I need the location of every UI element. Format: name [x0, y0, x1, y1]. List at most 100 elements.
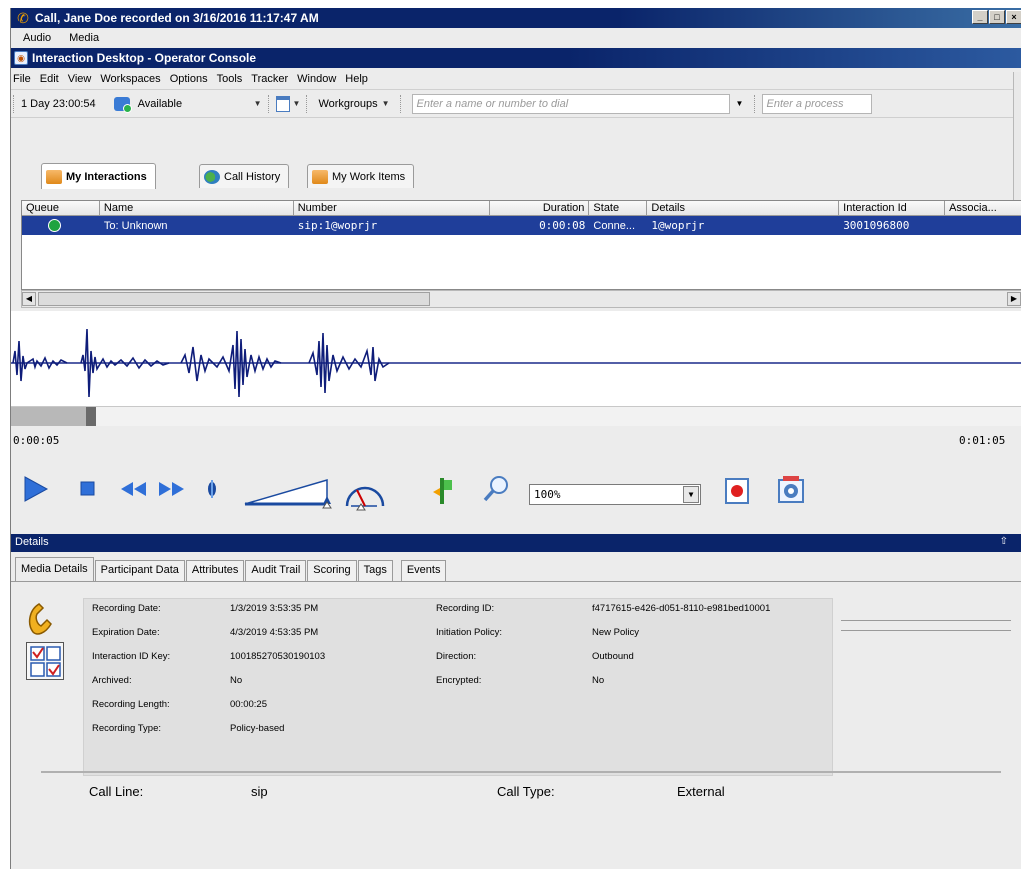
number-cell: sip:1@woprjr [297, 219, 378, 232]
zoom-icon[interactable] [481, 474, 511, 504]
col-details[interactable]: Details [647, 201, 840, 215]
record-icon[interactable] [723, 476, 753, 506]
waveform-graph [11, 328, 1021, 398]
rewind-button[interactable] [119, 480, 149, 498]
menu-media[interactable]: Media [69, 32, 99, 44]
direction-label: Direction: [436, 651, 477, 662]
menu-workspaces[interactable]: Workspaces [100, 73, 160, 85]
dial-input[interactable]: Enter a name or number to dial [411, 93, 730, 114]
col-name[interactable]: Name [100, 201, 294, 215]
tab-call-history[interactable]: Call History [199, 164, 290, 188]
recording-id-value: f4717615-e426-d051-8110-e981bed10001 [592, 603, 771, 614]
close-button[interactable]: × [1006, 10, 1021, 24]
toolbar-separator [267, 94, 270, 113]
volume-slider[interactable] [243, 474, 333, 510]
tab-events[interactable]: Events [400, 560, 447, 581]
menu-audio[interactable]: Audio [23, 32, 51, 44]
console-titlebar: ◉ Interaction Desktop - Operator Console [11, 48, 1021, 68]
tab-label: My Work Items [332, 170, 406, 183]
menu-file[interactable]: File [13, 73, 31, 85]
table-horizontal-scrollbar[interactable]: ◀ ▶ [21, 290, 1021, 308]
playhead[interactable] [86, 407, 96, 426]
details-panel-header: Details ⇧ [11, 534, 1021, 552]
maximize-button[interactable]: □ [989, 10, 1005, 24]
state-cell: Conne... [593, 219, 636, 232]
zoom-select[interactable]: 100% ▼ [529, 484, 701, 505]
total-time: 0:01:05 [959, 434, 1006, 447]
details-title: Details [15, 536, 49, 548]
scrollbar-thumb[interactable] [38, 292, 430, 306]
details-tabs: Media Details Participant Data Attribute… [11, 557, 1021, 582]
play-button[interactable] [21, 474, 51, 504]
current-time: 0:00:05 [13, 434, 60, 447]
zoom-dropdown-icon[interactable]: ▼ [683, 486, 699, 503]
played-region [11, 407, 89, 426]
menu-tracker[interactable]: Tracker [251, 73, 288, 85]
connected-call-icon [48, 219, 61, 232]
archived-label: Archived: [92, 675, 132, 686]
speaker-icon[interactable] [205, 478, 219, 500]
menu-edit[interactable]: Edit [40, 73, 59, 85]
tab-scoring[interactable]: Scoring [307, 560, 357, 581]
menu-tools[interactable]: Tools [217, 73, 243, 85]
tab-participant-data[interactable]: Participant Data [94, 560, 185, 581]
tab-my-work-items[interactable]: My Work Items [307, 164, 415, 188]
tab-tags[interactable]: Tags [357, 560, 393, 581]
tab-label: Call History [224, 170, 281, 183]
document-icon[interactable] [275, 95, 290, 112]
tab-audit-trail[interactable]: Audit Trail [245, 560, 307, 581]
scroll-right-icon[interactable]: ▶ [1007, 292, 1021, 306]
initiation-policy-value: New Policy [592, 627, 639, 638]
document-dropdown-icon[interactable]: ▼ [293, 99, 301, 108]
recording-length-label: Recording Length: [92, 699, 170, 710]
audio-waveform[interactable] [11, 311, 1021, 406]
process-input[interactable]: Enter a process [761, 93, 872, 114]
pin-icon[interactable]: ⇧ [1000, 536, 1008, 547]
expiration-date-value: 4/3/2019 4:53:35 PM [230, 627, 319, 638]
checklist-icon [26, 642, 64, 680]
tab-label: My Interactions [66, 170, 147, 183]
console-app-icon: ◉ [14, 51, 28, 65]
zoom-value: 100% [534, 488, 561, 501]
status-selector[interactable]: Available [134, 98, 254, 110]
workgroups-button[interactable]: Workgroups [314, 98, 381, 110]
call-history-icon [204, 169, 220, 184]
col-duration[interactable]: Duration [490, 201, 590, 215]
interactions-icon [46, 169, 62, 184]
login-duration: 1 Day 23:00:54 [21, 97, 96, 110]
recording-id-label: Recording ID: [436, 603, 495, 614]
menu-window[interactable]: Window [297, 73, 336, 85]
menu-view[interactable]: View [68, 73, 92, 85]
info-divider-lines [841, 620, 1011, 640]
table-row[interactable]: To: Unknown sip:1@woprjr 0:00:08 Conne..… [22, 216, 1021, 235]
col-number[interactable]: Number [294, 201, 490, 215]
workgroups-dropdown-icon[interactable]: ▼ [382, 99, 390, 108]
col-interaction-id[interactable]: Interaction Id [839, 201, 946, 215]
phone-icon: ✆ [17, 9, 29, 26]
minimize-button[interactable]: _ [972, 10, 988, 24]
tab-attributes[interactable]: Attributes [185, 560, 245, 581]
col-association[interactable]: Associa... [945, 201, 1021, 215]
bookmark-icon[interactable] [431, 476, 455, 506]
encrypted-label: Encrypted: [436, 675, 482, 686]
recording-type-value: Policy-based [230, 723, 285, 734]
call-line-value: sip [251, 784, 268, 799]
scroll-left-icon[interactable]: ◀ [22, 292, 36, 306]
status-dropdown-icon[interactable]: ▼ [254, 99, 262, 108]
fast-forward-button[interactable] [157, 480, 187, 498]
col-state[interactable]: State [589, 201, 648, 215]
tab-my-interactions[interactable]: My Interactions [41, 163, 156, 189]
tab-media-details[interactable]: Media Details [15, 557, 94, 581]
stop-button[interactable] [79, 480, 97, 498]
call-type-label: Call Type: [497, 784, 555, 799]
encrypted-value: No [592, 675, 605, 686]
playback-speed-icon[interactable] [343, 478, 387, 512]
menu-help[interactable]: Help [345, 73, 368, 85]
menu-options[interactable]: Options [170, 73, 208, 85]
col-queue[interactable]: Queue [22, 201, 100, 215]
call-recording-icon [28, 603, 52, 635]
export-icon[interactable] [775, 474, 809, 506]
recording-date-value: 1/3/2019 3:53:35 PM [230, 603, 319, 614]
playback-timeline[interactable] [11, 406, 1021, 426]
dial-dropdown-icon[interactable]: ▼ [732, 94, 748, 114]
